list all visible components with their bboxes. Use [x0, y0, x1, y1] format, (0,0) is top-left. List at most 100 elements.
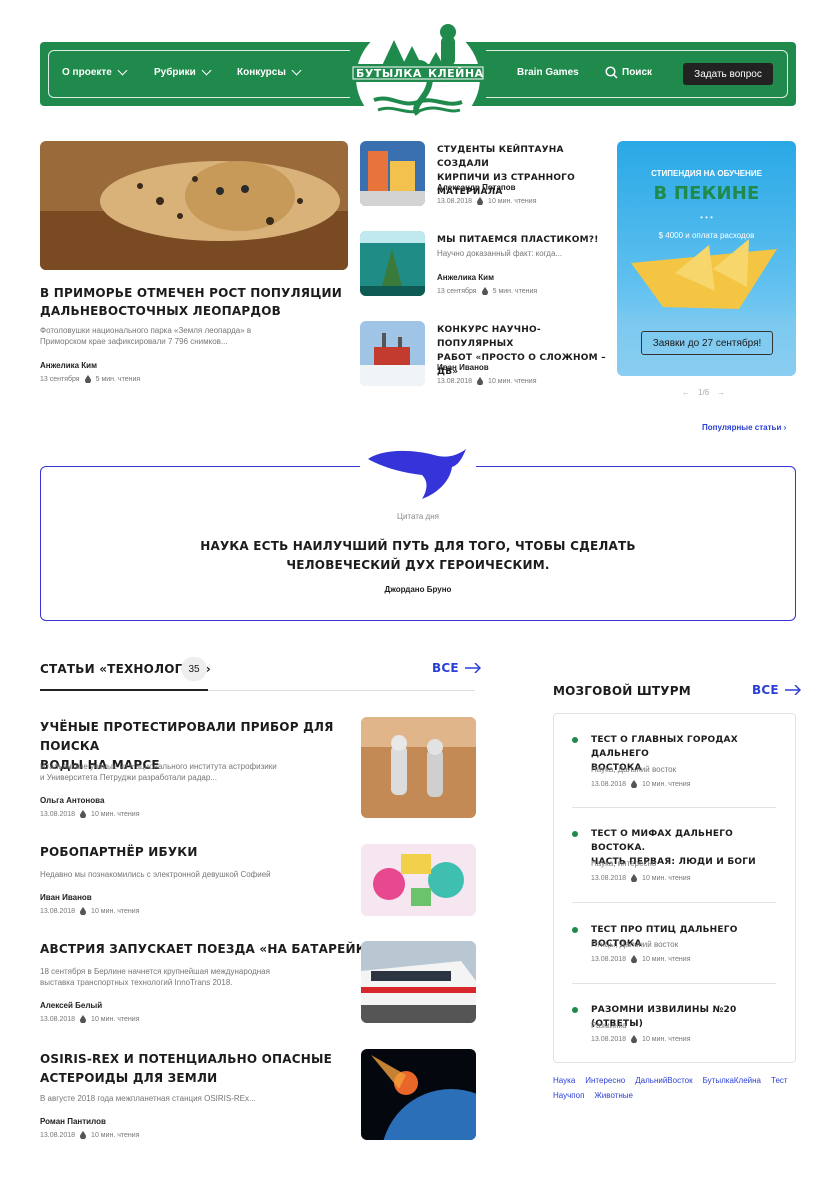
brainstorm-item-meta: 13.08.2018 10 мин. чтения — [591, 1035, 691, 1043]
title-line: Конкурс научно-популярных — [437, 325, 541, 349]
tag-cloud: Наука Интересно ДальнийВосток БутылкаКле… — [553, 1076, 796, 1100]
tech-article-author[interactable]: Алексей Белый — [40, 1001, 102, 1010]
brain-games-label: Brain Games — [517, 67, 579, 78]
tech-article-image[interactable] — [361, 1049, 476, 1140]
arrow-right-icon[interactable]: → — [717, 388, 725, 397]
nav-item-label: Конкурсы — [237, 67, 286, 78]
date: 13.08.2018 — [437, 377, 473, 385]
tech-article-title[interactable]: Робопартнёр Ибуки — [40, 845, 198, 859]
quote-author: Джордано Бруно — [384, 585, 452, 594]
side-article-meta: 13.08.2018 10 мин. чтения — [437, 197, 537, 205]
chevron-down-icon — [291, 65, 302, 76]
flame-icon — [631, 780, 638, 788]
excerpt-line: выставка транспортных технологий InnoTra… — [40, 978, 233, 987]
nav-item-label: О проекте — [62, 67, 112, 78]
featured-image[interactable] — [40, 141, 348, 270]
tech-article-meta: 13.08.2018 10 мин. чтения — [40, 1015, 140, 1023]
side-article-meta: 13 сентября 5 мин. чтения — [437, 287, 537, 295]
section-divider-active — [40, 689, 208, 691]
popular-articles-link[interactable]: Популярные статьи › — [702, 423, 786, 432]
tech-article-image[interactable] — [361, 717, 476, 818]
featured-excerpt: Фотоловушки национального парка «Земля л… — [40, 325, 340, 347]
side-article-author[interactable]: Иван Иванов — [437, 363, 489, 372]
side-article-thumb[interactable] — [360, 141, 425, 206]
nav-item-rubrics[interactable]: Рубрики — [154, 65, 212, 78]
all-label: Все — [432, 661, 459, 675]
date: 13.08.2018 — [40, 810, 76, 818]
read-time: 10 мин. чтения — [91, 907, 140, 915]
brainstorm-item-meta: 13.08.2018 10 мин. чтения — [591, 955, 691, 963]
read-time: 10 мин. чтения — [91, 1131, 140, 1139]
chevron-right-icon: › — [783, 423, 787, 432]
title-line: Учёные протестировали прибор для поиска — [40, 720, 334, 753]
tech-all-link[interactable]: Все — [432, 661, 481, 675]
nav-item-about[interactable]: О проекте — [62, 65, 128, 78]
flame-icon — [631, 1035, 638, 1043]
brainstorm-item-meta: 13.08.2018 10 мин. чтения — [591, 780, 691, 788]
flame-icon — [631, 955, 638, 963]
tech-article-author[interactable]: Роман Пантилов — [40, 1117, 106, 1126]
excerpt-line: Приморском крае зафиксировали 7 796 сним… — [40, 337, 228, 346]
read-time: 10 мин. чтения — [642, 874, 691, 882]
flame-icon — [631, 874, 638, 882]
tech-article-excerpt: 18 сентября в Берлине начнется крупнейша… — [40, 966, 270, 988]
side-article-title[interactable]: Мы питаемся пластиком?! — [437, 233, 607, 247]
tag[interactable]: БутылкаКлейна — [703, 1076, 761, 1085]
featured-meta: 13 сентября 5 мин. чтения — [40, 375, 140, 383]
date: 13.08.2018 — [40, 1015, 76, 1023]
side-article-thumb[interactable] — [360, 231, 425, 296]
side-article-thumb[interactable] — [360, 321, 425, 386]
date: 13.08.2018 — [40, 907, 76, 915]
tech-article-title[interactable]: OSIRIS-REx и потенциально опасные астеро… — [40, 1050, 340, 1088]
divider — [572, 902, 776, 903]
arrow-right-icon — [784, 685, 801, 695]
promo-pager: ← 1/6 → — [682, 388, 725, 397]
tag[interactable]: Интересно — [585, 1076, 625, 1085]
arrow-left-icon[interactable]: ← — [682, 388, 690, 397]
promo-apply-button[interactable]: Заявки до 27 сентября! — [641, 331, 773, 355]
flame-icon — [80, 907, 87, 915]
tech-article-author[interactable]: Ольга Антонова — [40, 796, 104, 805]
title-line: OSIRIS-REx и потенциально опасные — [40, 1052, 333, 1066]
side-article-author[interactable]: Александр Потапов — [437, 183, 516, 192]
bullet — [572, 831, 578, 837]
read-time: 10 мин. чтения — [91, 810, 140, 818]
tech-article-meta: 13.08.2018 10 мин. чтения — [40, 1131, 140, 1139]
nav-item-contests[interactable]: Конкурсы — [237, 65, 302, 78]
tech-article-image[interactable] — [361, 844, 476, 916]
arrow-right-icon — [464, 663, 481, 673]
site-logo[interactable]: БУТЫЛКА КЛЕЙНА — [350, 18, 486, 134]
all-label: Все — [752, 683, 779, 697]
tech-article-author[interactable]: Иван Иванов — [40, 893, 92, 902]
date: 13.08.2018 — [591, 1035, 627, 1043]
flame-icon — [477, 197, 484, 205]
nav-brain-games[interactable]: Brain Games — [517, 67, 579, 78]
side-article-author[interactable]: Анжелика Ким — [437, 273, 494, 282]
brainstorm-item-meta: 13.08.2018 10 мин. чтения — [591, 874, 691, 882]
featured-author[interactable]: Анжелика Ким — [40, 361, 97, 370]
search-label: Поиск — [622, 67, 653, 78]
title-line: Тест о мифах Дальнего Востока. — [591, 829, 733, 853]
bullet — [572, 1007, 578, 1013]
read-time: 10 мин. чтения — [642, 1035, 691, 1043]
search-icon — [605, 66, 618, 79]
tag[interactable]: ДальнийВосток — [635, 1076, 692, 1085]
excerpt-line: 18 сентября в Берлине начнется крупнейша… — [40, 967, 270, 976]
ask-question-button[interactable]: Задать вопрос — [683, 63, 773, 85]
whale-icon — [362, 445, 474, 508]
tech-article-image[interactable] — [361, 941, 476, 1023]
brainstorm-title: Мозговой штурм — [553, 684, 691, 698]
tag[interactable]: Научпоп — [553, 1091, 584, 1100]
date: 13.08.2018 — [591, 955, 627, 963]
tag[interactable]: Животные — [594, 1091, 633, 1100]
tech-article-title[interactable]: Австрия запускает поезда «на батарейках» — [40, 942, 393, 956]
tag[interactable]: Тест — [771, 1076, 788, 1085]
quote-label: Цитата дня — [397, 512, 439, 521]
featured-title[interactable]: В Приморье отмечен рост популяции дальне… — [40, 284, 350, 320]
date: 13.08.2018 — [591, 780, 627, 788]
search-button[interactable]: Поиск — [605, 66, 652, 79]
flame-icon — [481, 287, 488, 295]
excerpt-line: Фотоловушки национального парка «Земля л… — [40, 326, 252, 335]
brainstorm-all-link[interactable]: Все — [752, 683, 801, 697]
tag[interactable]: Наука — [553, 1076, 575, 1085]
